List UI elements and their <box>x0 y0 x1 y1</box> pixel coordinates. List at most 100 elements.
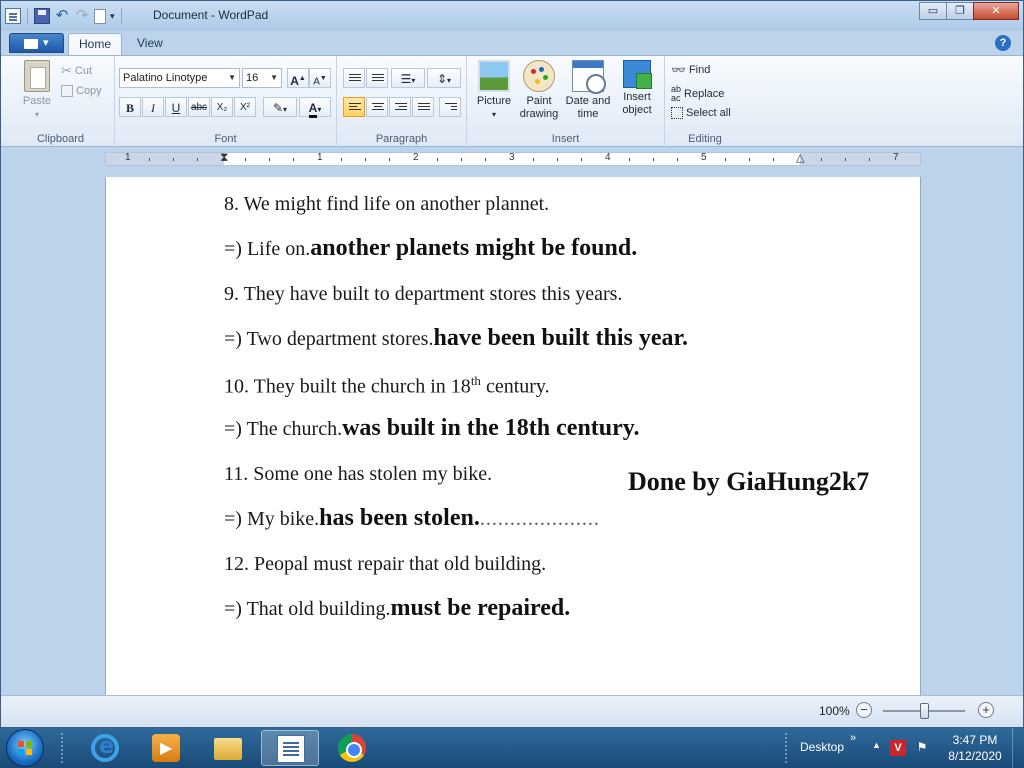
tab-view[interactable]: View <box>127 33 173 55</box>
replace-label: Replace <box>684 88 725 100</box>
horizontal-ruler[interactable]: 1 ⧗ 1 2 3 4 5 △ 7 <box>105 150 921 166</box>
taskbar-internet-explorer[interactable] <box>76 730 134 766</box>
italic-button[interactable]: I <box>142 97 164 117</box>
find-label: Find <box>688 64 711 76</box>
align-left-button[interactable] <box>343 97 365 117</box>
grow-font-button[interactable]: A▲ <box>287 68 309 88</box>
shrink-font-label: A <box>313 76 320 88</box>
clipboard-group: Paste ▾ ✂ Cut Copy Clipboard <box>7 56 115 148</box>
show-hidden-icons-icon[interactable]: ▲ <box>872 740 881 750</box>
zoom-in-button[interactable]: + <box>978 702 994 718</box>
line-spacing-button[interactable]: ⇕▾ <box>427 68 461 88</box>
picture-button[interactable]: Picture ▾ <box>473 60 515 121</box>
clock-date: 8/12/2020 <box>948 749 1002 763</box>
scissors-icon: ✂ <box>61 63 72 78</box>
exercise-text: century. <box>480 375 550 398</box>
replace-button[interactable]: ab ac Replace <box>671 85 724 103</box>
chevron-down-icon: ▼ <box>270 73 278 82</box>
text-color-button[interactable]: A▾ <box>299 97 331 118</box>
clipboard-group-label: Clipboard <box>36 133 85 145</box>
highlight-color-button[interactable]: ✎▾ <box>263 97 297 117</box>
action-center-flag-icon[interactable]: ⚑ <box>914 740 930 756</box>
copy-icon <box>61 85 73 97</box>
system-clock[interactable]: 3:47 PM 8/12/2020 <box>944 732 1006 764</box>
tab-home[interactable]: Home <box>68 33 123 55</box>
toolbar-expand-icon[interactable]: » <box>850 732 856 744</box>
increase-indent-button[interactable] <box>366 68 388 88</box>
subscript-button[interactable]: X₂ <box>211 97 233 117</box>
paragraph-icon <box>445 103 457 113</box>
title-bar[interactable]: ↶ ↷ ▾ Document - WordPad ▭ ❐ ✕ <box>1 1 1023 31</box>
answer-dots: .................... <box>479 508 600 530</box>
desktop-toolbar-label[interactable]: Desktop <box>800 740 844 754</box>
object-icon <box>623 60 652 89</box>
justify-button[interactable] <box>412 97 434 117</box>
align-center-button[interactable] <box>366 97 388 117</box>
align-right-button[interactable] <box>389 97 411 117</box>
ruler-number: 1 <box>317 152 323 163</box>
minimize-button[interactable]: ▭ <box>919 2 947 20</box>
select-all-label: Select all <box>686 107 731 119</box>
show-desktop-button[interactable] <box>1012 728 1024 768</box>
align-left-icon <box>349 103 361 113</box>
answer-prefix: =) The church. <box>224 418 343 440</box>
media-player-icon <box>152 734 180 762</box>
ribbon-tabs: Home View ? <box>1 31 1023 55</box>
insert-object-button[interactable]: Insert object <box>615 60 659 117</box>
copy-label: Copy <box>76 85 102 97</box>
paragraph-group: ☰▾ ⇕▾ Paragraph <box>337 56 467 148</box>
new-document-icon[interactable] <box>94 8 106 24</box>
answer-text: have been built this year. <box>433 325 688 351</box>
redo-icon[interactable]: ↷ <box>74 8 90 24</box>
taskbar-chrome[interactable] <box>323 730 381 766</box>
select-all-button[interactable]: Select all <box>671 107 731 119</box>
answer-line: =) That old building.must be repaired. <box>224 595 570 622</box>
cut-button[interactable]: ✂ Cut <box>61 63 92 79</box>
copy-button[interactable]: Copy <box>61 85 102 97</box>
paint-drawing-button[interactable]: Paint drawing <box>517 60 561 121</box>
zoom-slider-thumb[interactable] <box>919 703 929 719</box>
customize-toolbar-icon[interactable]: ▾ <box>110 11 115 22</box>
strikethrough-button[interactable]: abc <box>188 97 210 117</box>
increase-indent-icon <box>372 74 384 84</box>
insert-group-label: Insert <box>551 133 580 145</box>
right-indent-marker-icon[interactable]: △ <box>796 151 804 164</box>
exercise-line: 11. Some one has stolen my bike. <box>224 463 493 485</box>
taskbar-wordpad[interactable] <box>261 730 319 766</box>
paint-palette-icon <box>523 60 555 92</box>
taskbar-grip <box>784 732 788 764</box>
ruler-number: 1 <box>125 152 131 163</box>
bullets-button[interactable]: ☰▾ <box>391 68 425 88</box>
wordpad-app-icon[interactable] <box>5 8 21 24</box>
shrink-font-button[interactable]: A▼ <box>309 68 331 88</box>
help-icon[interactable]: ? <box>995 35 1011 51</box>
font-size-select[interactable]: 16 ▼ <box>242 68 282 88</box>
document-page[interactable]: 8. We might find life on another plannet… <box>105 177 921 695</box>
answer-prefix: =) Life on. <box>224 238 311 260</box>
close-button[interactable]: ✕ <box>973 2 1019 20</box>
bold-button[interactable]: B <box>119 97 141 117</box>
underline-button[interactable]: U <box>165 97 187 117</box>
taskbar-media-player[interactable] <box>137 730 195 766</box>
font-group-label: Font <box>214 133 237 145</box>
find-button[interactable]: 👓 Find <box>671 63 710 77</box>
paragraph-settings-button[interactable] <box>439 97 461 117</box>
decrease-indent-button[interactable] <box>343 68 365 88</box>
answer-line: =) Two department stores.have been built… <box>224 325 688 352</box>
right-margin-area <box>800 153 920 165</box>
date-time-button[interactable]: Date and time <box>563 60 613 121</box>
left-indent-marker-icon[interactable]: ⧗ <box>220 150 228 165</box>
paste-button[interactable]: Paste ▾ <box>15 60 59 121</box>
editing-group: 👓 Find ab ac Replace Select all Editing <box>665 56 745 148</box>
antivirus-tray-icon[interactable]: V <box>890 740 906 756</box>
undo-icon[interactable]: ↶ <box>54 8 70 24</box>
superscript-button[interactable]: X² <box>234 97 256 117</box>
start-button[interactable] <box>6 729 44 767</box>
application-menu-button[interactable] <box>9 33 64 53</box>
insert-group: Picture ▾ Paint drawing Date and time In… <box>467 56 665 148</box>
zoom-out-button[interactable]: − <box>856 702 872 718</box>
font-family-select[interactable]: Palatino Linotype ▼ <box>119 68 240 88</box>
maximize-button[interactable]: ❐ <box>946 2 974 20</box>
taskbar-file-explorer[interactable] <box>199 730 257 766</box>
save-icon[interactable] <box>34 8 50 24</box>
